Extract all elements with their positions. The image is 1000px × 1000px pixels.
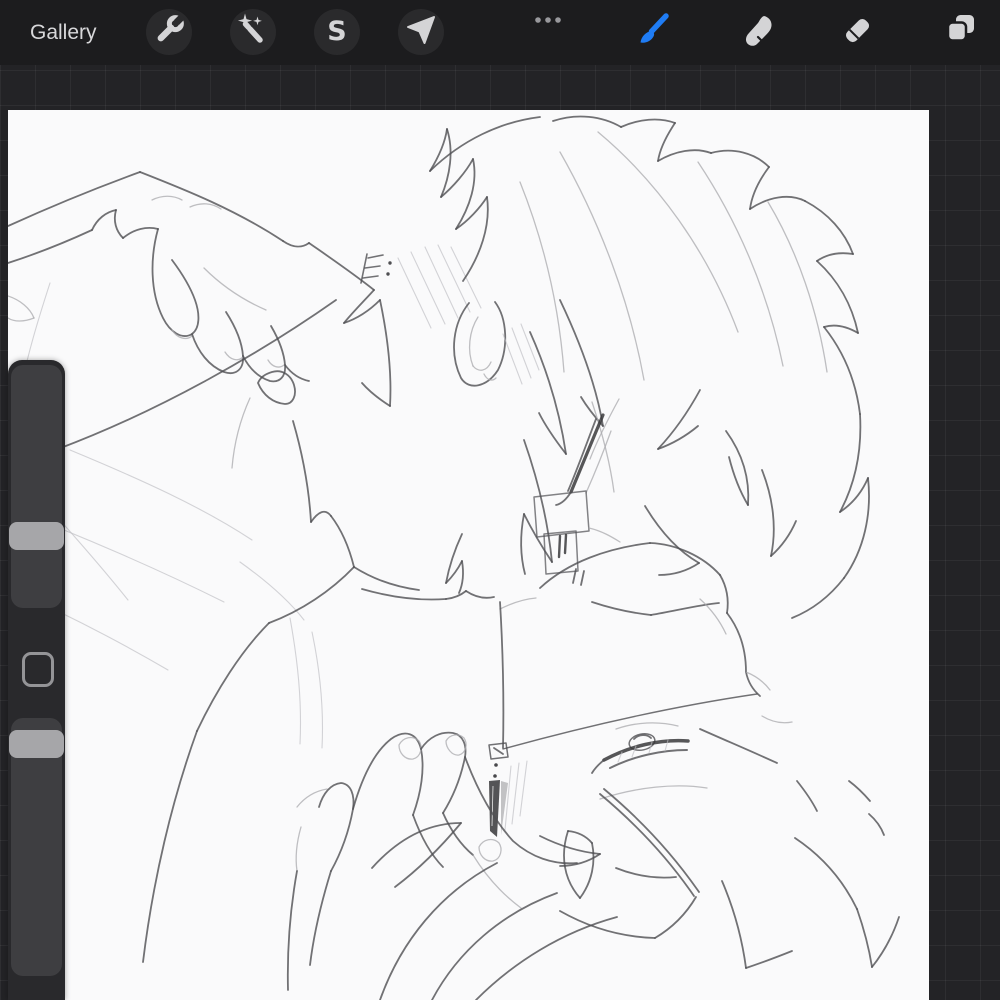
eraser-icon [837,10,877,55]
drawing-canvas[interactable] [8,110,929,1000]
transform-button[interactable] [398,9,444,55]
svg-text:S: S [327,16,346,47]
selection-s-icon: S [317,10,357,55]
wrench-icon [149,10,189,55]
ellipsis-icon [531,13,571,30]
sketch-clothing-folds [8,370,420,963]
transform-arrow-icon [401,10,441,55]
sketch-bottom-hand [286,731,578,991]
brush-size-slider-handle[interactable] [9,522,64,550]
brush-size-slider[interactable] [11,365,62,608]
modify-button[interactable] [22,652,54,687]
more-options-button[interactable] [531,13,571,25]
sketch-lower-hair [371,780,900,1000]
gallery-button[interactable]: Gallery [30,0,97,65]
paint-tool-button[interactable] [633,12,673,52]
procreate-workspace: Gallery S [0,0,1000,1000]
layers-button[interactable] [941,12,981,52]
brush-sidebar [8,360,65,1000]
adjustments-button[interactable] [230,9,276,55]
sketch-drawing [8,115,900,1000]
sketch-earring [488,742,528,837]
layers-icon [941,10,981,55]
smudge-tool-button[interactable] [737,12,777,52]
sketch-upper-ear [453,301,540,387]
sketch-lower-head [499,542,793,800]
smudge-icon [737,10,777,55]
eraser-tool-button[interactable] [837,12,877,52]
sketch-shoulder [8,240,482,462]
magic-wand-icon [233,10,273,55]
top-toolbar: Gallery S [0,0,1000,65]
paintbrush-icon [633,10,673,55]
sketch-upper-face [361,398,621,610]
opacity-slider-handle[interactable] [9,730,64,758]
sketch-e-mark [360,253,392,284]
actions-button[interactable] [146,9,192,55]
selection-button[interactable]: S [314,9,360,55]
